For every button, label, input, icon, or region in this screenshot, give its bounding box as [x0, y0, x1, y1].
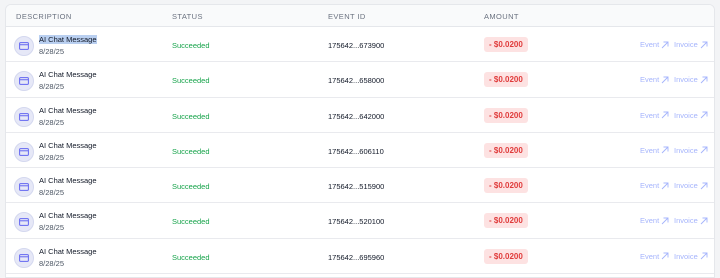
table-row[interactable]: AI Chat Message 8/28/25 Succeeded 175642… — [6, 168, 714, 204]
invoice-link-label: Invoice — [674, 75, 698, 85]
row-description: AI Chat Message — [39, 105, 97, 115]
event-link[interactable]: Event — [640, 111, 669, 120]
arrow-up-right-icon — [661, 146, 669, 154]
credit-card-icon — [14, 212, 34, 233]
credit-card-icon — [14, 71, 34, 92]
event-link-label: Event — [640, 216, 660, 226]
arrow-up-right-icon — [700, 76, 708, 84]
invoice-link[interactable]: Invoice — [674, 40, 708, 49]
event-link-label: Event — [640, 251, 660, 261]
table-row[interactable]: AI Chat Message 8/28/25 Succeeded 175642… — [6, 27, 714, 63]
row-description: AI Chat Message — [39, 70, 97, 80]
row-date: 8/28/25 — [39, 223, 65, 233]
arrow-up-right-icon — [700, 217, 708, 225]
table-row[interactable]: AI Chat Message 8/28/25 Succeeded 175642… — [6, 98, 714, 133]
invoice-link-label: Invoice — [674, 216, 698, 226]
arrow-up-right-icon — [661, 217, 669, 225]
row-description: AI Chat Message — [39, 35, 97, 44]
amount-badge: - $0.0200 — [484, 213, 528, 229]
invoice-link-label: Invoice — [674, 110, 698, 120]
arrow-up-right-icon — [661, 111, 669, 119]
row-date: 8/28/25 — [39, 82, 65, 92]
invoice-link-label: Invoice — [674, 181, 698, 191]
arrow-up-right-icon — [700, 146, 708, 154]
event-id: 175642...520100 — [328, 217, 385, 227]
event-link-label: Event — [640, 145, 660, 155]
arrow-up-right-icon — [700, 41, 708, 48]
event-link-label: Event — [640, 40, 660, 49]
row-date: 8/28/25 — [39, 188, 65, 198]
amount-badge: - $0.0200 — [484, 248, 528, 264]
row-description: AI Chat Message — [39, 140, 97, 150]
arrow-up-right-icon — [661, 182, 669, 190]
arrow-up-right-icon — [700, 111, 708, 119]
credit-card-icon — [14, 247, 34, 268]
table-row[interactable]: AI Chat Message 8/28/25 Succeeded 175642… — [6, 62, 714, 98]
event-link[interactable]: Event — [640, 252, 669, 261]
event-id: 175642...658000 — [328, 76, 385, 86]
invoice-link[interactable]: Invoice — [674, 216, 708, 225]
credit-card-icon — [14, 177, 34, 198]
amount-badge: - $0.0200 — [484, 107, 528, 123]
invoice-link[interactable]: Invoice — [674, 111, 708, 120]
event-id: 175642...642000 — [328, 111, 385, 121]
arrow-up-right-icon — [700, 182, 708, 190]
event-id: 175642...695960 — [328, 252, 385, 262]
table-row[interactable]: AI Chat Message 8/28/25 Succeeded 175642… — [6, 203, 714, 239]
row-date: 8/28/25 — [39, 117, 65, 127]
event-id: 175642...515900 — [328, 182, 385, 192]
event-link[interactable]: Event — [640, 40, 669, 49]
event-link[interactable]: Event — [640, 181, 669, 190]
row-date: 8/28/25 — [39, 47, 65, 56]
amount-badge: - $0.0200 — [484, 37, 528, 52]
table-header: DESCRIPTION STATUS EVENT ID AMOUNT — [6, 5, 714, 27]
row-description: AI Chat Message — [39, 246, 97, 256]
row-description: AI Chat Message — [39, 176, 97, 186]
status-text: Succeeded — [172, 41, 210, 50]
transactions-table: DESCRIPTION STATUS EVENT ID AMOUNT AI Ch… — [5, 4, 715, 278]
arrow-up-right-icon — [661, 41, 669, 48]
arrow-up-right-icon — [700, 252, 708, 260]
status-text: Succeeded — [172, 252, 210, 262]
invoice-link[interactable]: Invoice — [674, 146, 708, 155]
invoice-link-label: Invoice — [674, 40, 698, 49]
credit-card-icon — [14, 36, 34, 56]
invoice-link-label: Invoice — [674, 251, 698, 261]
invoice-link[interactable]: Invoice — [674, 75, 708, 84]
event-link-label: Event — [640, 110, 660, 120]
amount-badge: - $0.0200 — [484, 72, 528, 88]
column-header-description: DESCRIPTION — [16, 12, 72, 21]
event-link-label: Event — [640, 181, 660, 191]
event-link[interactable]: Event — [640, 146, 669, 155]
invoice-link-label: Invoice — [674, 145, 698, 155]
status-text: Succeeded — [172, 217, 210, 227]
status-text: Succeeded — [172, 111, 210, 121]
row-date: 8/28/25 — [39, 258, 65, 268]
amount-badge: - $0.0200 — [484, 178, 528, 194]
column-header-event-id: EVENT ID — [328, 12, 366, 21]
column-header-status: STATUS — [172, 12, 203, 21]
status-text: Succeeded — [172, 76, 210, 86]
status-text: Succeeded — [172, 146, 210, 156]
row-date: 8/28/25 — [39, 152, 65, 162]
event-link-label: Event — [640, 75, 660, 85]
event-link[interactable]: Event — [640, 216, 669, 225]
event-id: 175642...606110 — [328, 146, 384, 156]
table-row[interactable]: AI Chat Message 8/28/25 Succeeded 175642… — [6, 239, 714, 275]
invoice-link[interactable]: Invoice — [674, 252, 708, 261]
arrow-up-right-icon — [661, 76, 669, 84]
column-header-amount: AMOUNT — [484, 12, 519, 21]
table-row[interactable]: AI Chat Message 8/28/25 Succeeded 175642… — [6, 133, 714, 169]
credit-card-icon — [14, 141, 34, 162]
status-text: Succeeded — [172, 182, 210, 192]
amount-badge: - $0.0200 — [484, 142, 528, 158]
credit-card-icon — [14, 106, 34, 127]
event-link[interactable]: Event — [640, 75, 669, 84]
arrow-up-right-icon — [661, 252, 669, 260]
table-body: AI Chat Message 8/28/25 Succeeded 175642… — [6, 27, 714, 275]
event-id: 175642...673900 — [328, 41, 385, 50]
invoice-link[interactable]: Invoice — [674, 181, 708, 190]
row-description: AI Chat Message — [39, 211, 97, 221]
